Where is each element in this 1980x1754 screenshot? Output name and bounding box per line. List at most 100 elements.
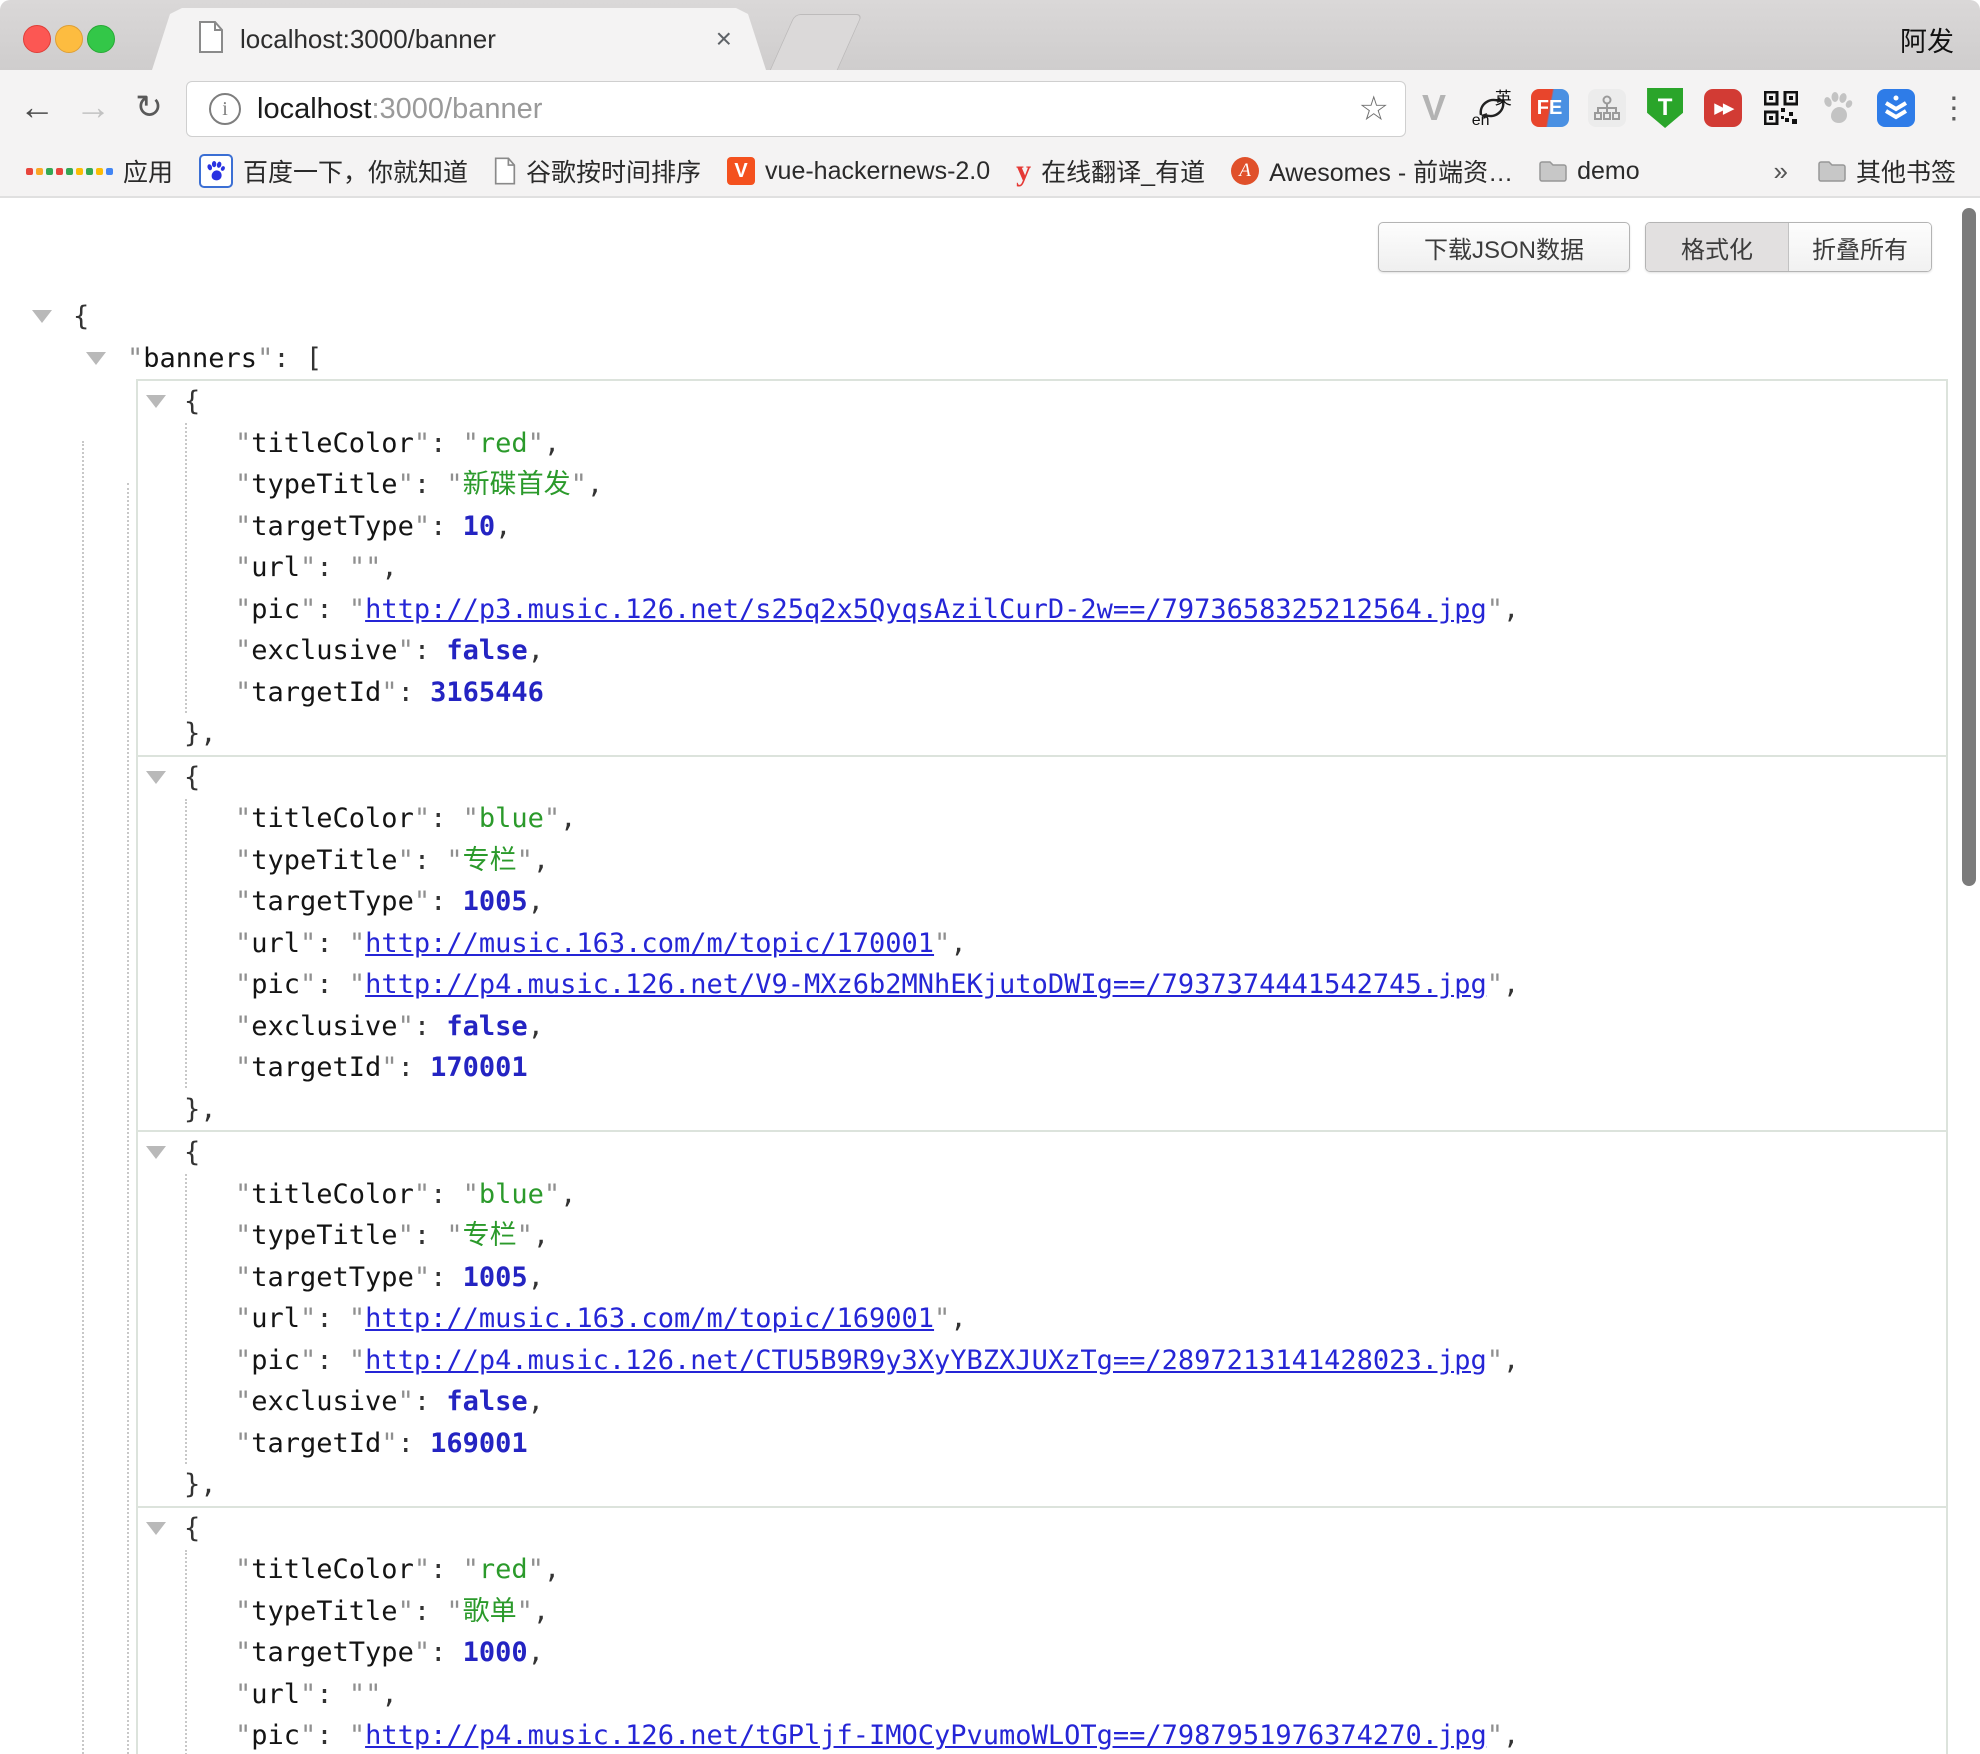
- json-url-link[interactable]: http://p3.music.126.net/s25q2x5QyqsAzilC…: [365, 594, 1487, 625]
- json-key: pic: [251, 1720, 300, 1751]
- object-open-row: {: [138, 1508, 1946, 1550]
- json-viewer: { "banners": [ { "titleColor": "red","ty…: [0, 196, 1960, 1754]
- bookmark-awesomes[interactable]: A Awesomes - 前端资…: [1231, 153, 1513, 189]
- json-field-titleColor: "titleColor": "blue",: [138, 798, 1946, 840]
- translate-extension-icon[interactable]: 英 en: [1472, 88, 1512, 128]
- json-key: exclusive: [251, 1011, 397, 1042]
- json-key: pic: [251, 594, 300, 625]
- back-button[interactable]: ←: [12, 82, 62, 132]
- url-host: localhost: [257, 93, 371, 125]
- tab-title: localhost:3000/banner: [240, 24, 716, 55]
- json-number-value: false: [446, 635, 527, 666]
- json-key: targetId: [251, 677, 381, 708]
- other-bookmarks-label: 其他书签: [1856, 153, 1956, 189]
- json-key: titleColor: [251, 1554, 414, 1585]
- json-url-link[interactable]: http://music.163.com/m/topic/170001: [365, 928, 934, 959]
- bookmark-vue-hackernews[interactable]: V vue-hackernews-2.0: [727, 157, 990, 186]
- tampermonkey-shield-icon[interactable]: T: [1647, 88, 1683, 128]
- banner-array-boxes: { "titleColor": "red","typeTitle": "新碟首发…: [136, 379, 1948, 1754]
- json-string-value: blue: [479, 803, 544, 834]
- json-string-value: 歌单: [463, 1596, 517, 1627]
- json-banners-row: "banners": [: [0, 338, 1960, 380]
- json-key: url: [251, 552, 300, 583]
- tree-guide-line: [127, 483, 129, 1754]
- json-url-link[interactable]: http://music.163.com/m/topic/169001: [365, 1303, 934, 1334]
- collapse-triangle-icon[interactable]: [146, 395, 166, 408]
- fehelper-extension-icon[interactable]: FE: [1531, 89, 1569, 127]
- url-path: :3000/banner: [371, 93, 542, 125]
- json-number-value: 170001: [430, 1052, 528, 1083]
- json-key: titleColor: [251, 1179, 414, 1210]
- json-string-value: blue: [479, 1179, 544, 1210]
- awesomes-a-icon: A: [1231, 157, 1259, 185]
- json-field-titleColor: "titleColor": "blue",: [138, 1174, 1946, 1216]
- json-field-exclusive: "exclusive": false,: [138, 1006, 1946, 1048]
- banner-object-box: { "titleColor": "blue","typeTitle": "专栏"…: [136, 755, 1948, 1133]
- other-bookmarks-folder[interactable]: 其他书签: [1818, 153, 1956, 189]
- json-field-url: "url": "http://music.163.com/m/topic/169…: [138, 1298, 1946, 1340]
- json-url-link[interactable]: http://p4.music.126.net/tGPljf-IMOCyPvum…: [365, 1720, 1487, 1751]
- json-field-pic: "pic": "http://p4.music.126.net/CTU5B9R9…: [138, 1340, 1946, 1382]
- vue-devtools-icon[interactable]: V: [1414, 88, 1454, 128]
- bookmark-youdao[interactable]: y 在线翻译_有道: [1016, 153, 1205, 189]
- page-info-icon[interactable]: i: [209, 93, 241, 125]
- json-field-targetId: "targetId": 170001: [138, 1047, 1946, 1089]
- browser-profile-name[interactable]: 阿发: [1900, 20, 1954, 59]
- baidu-paw-extension-icon[interactable]: [1818, 88, 1858, 128]
- json-key: targetType: [251, 1262, 414, 1293]
- json-field-exclusive: "exclusive": false,: [138, 630, 1946, 672]
- json-key: typeTitle: [251, 845, 397, 876]
- sitemap-extension-icon[interactable]: [1588, 89, 1626, 127]
- baidu-paw-icon: [199, 154, 233, 188]
- json-key: targetType: [251, 1637, 414, 1668]
- json-field-typeTitle: "typeTitle": "专栏",: [138, 840, 1946, 882]
- json-string-value: red: [479, 428, 528, 459]
- json-key: typeTitle: [251, 469, 397, 500]
- collapse-triangle-icon[interactable]: [146, 771, 166, 784]
- object-close-row: },: [138, 1464, 1946, 1506]
- json-key: titleColor: [251, 428, 414, 459]
- json-field-pic: "pic": "http://p4.music.126.net/tGPljf-I…: [138, 1715, 1946, 1754]
- bookmarks-overflow-chevron[interactable]: »: [1774, 156, 1788, 187]
- bookmark-apps[interactable]: 应用: [26, 153, 173, 189]
- qrcode-extension-icon[interactable]: [1761, 88, 1801, 128]
- browser-menu-icon[interactable]: ⋮: [1934, 88, 1974, 128]
- bookmark-star-icon[interactable]: ☆: [1359, 89, 1389, 129]
- json-url-link[interactable]: http://p4.music.126.net/V9-MXz6b2MNhEKju…: [365, 969, 1487, 1000]
- collapse-triangle-icon[interactable]: [32, 310, 52, 323]
- new-tab-button[interactable]: [769, 14, 862, 71]
- object-close-row: },: [138, 1089, 1946, 1131]
- tab-close-icon[interactable]: ×: [716, 25, 732, 53]
- url-text[interactable]: localhost:3000/banner: [257, 93, 1359, 126]
- json-url-link[interactable]: http://p4.music.126.net/CTU5B9R9y3XyYBZX…: [365, 1345, 1487, 1376]
- reload-button[interactable]: ↻: [124, 82, 174, 132]
- json-field-typeTitle: "typeTitle": "专栏",: [138, 1215, 1946, 1257]
- json-field-url: "url": "",: [138, 547, 1946, 589]
- maximize-window-button[interactable]: [87, 25, 115, 53]
- json-field-titleColor: "titleColor": "red",: [138, 423, 1946, 465]
- collapse-triangle-icon[interactable]: [146, 1146, 166, 1159]
- object-open-row: {: [138, 381, 1946, 423]
- json-field-targetType: "targetType": 1000,: [138, 1632, 1946, 1674]
- json-key: url: [251, 1303, 300, 1334]
- close-window-button[interactable]: [23, 25, 51, 53]
- collapse-triangle-icon[interactable]: [146, 1522, 166, 1535]
- browser-tab[interactable]: localhost:3000/banner ×: [152, 8, 766, 70]
- bookmark-google-sort[interactable]: 谷歌按时间排序: [494, 153, 701, 189]
- scrollbar-thumb[interactable]: [1962, 208, 1976, 886]
- folder-icon: [1539, 160, 1567, 182]
- bookmark-baidu[interactable]: 百度一下，你就知道: [199, 153, 468, 189]
- json-key: targetType: [251, 511, 414, 542]
- json-string-value: 新碟首发: [463, 469, 571, 500]
- address-bar[interactable]: i localhost:3000/banner ☆: [186, 81, 1406, 137]
- json-key: targetType: [251, 886, 414, 917]
- bookmark-folder-demo[interactable]: demo: [1539, 157, 1640, 186]
- minimize-window-button[interactable]: [55, 25, 83, 53]
- json-field-titleColor: "titleColor": "red",: [138, 1549, 1946, 1591]
- json-key: exclusive: [251, 1386, 397, 1417]
- download-helper-extension-icon[interactable]: [1877, 89, 1915, 127]
- browser-toolbar: ← → ↻ i localhost:3000/banner ☆ V 英 en F…: [0, 70, 1980, 146]
- tree-guide-line: [82, 441, 84, 1754]
- collapse-triangle-icon[interactable]: [86, 352, 106, 365]
- video-speed-extension-icon[interactable]: ▶▶: [1704, 89, 1742, 127]
